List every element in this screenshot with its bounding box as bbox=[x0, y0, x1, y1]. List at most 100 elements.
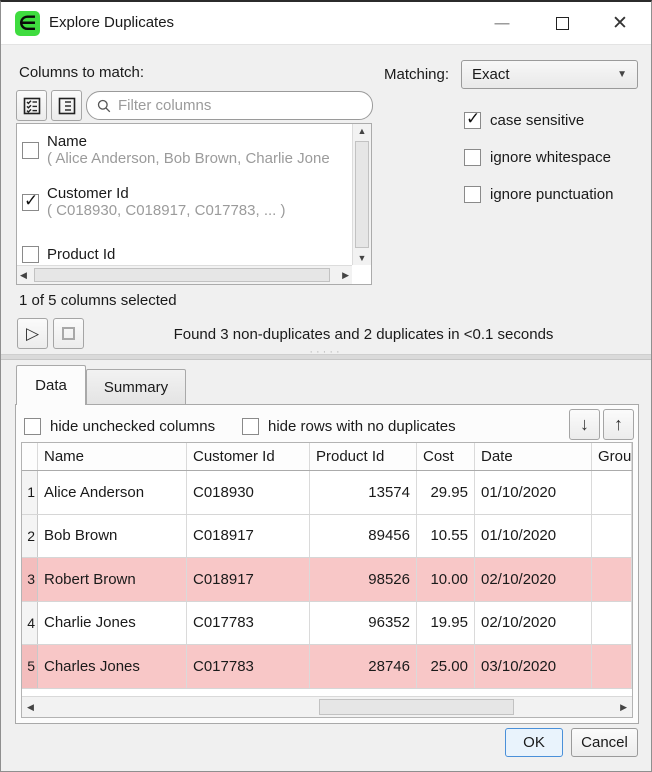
chevron-down-icon: ▼ bbox=[617, 69, 627, 80]
cell-name[interactable]: Charlie Jones bbox=[38, 602, 187, 645]
table-header-row[interactable]: Name Customer Id Product Id Cost Date Gr… bbox=[22, 443, 632, 471]
header-date[interactable]: Date bbox=[475, 443, 592, 470]
cell-customer-id[interactable]: C018917 bbox=[187, 558, 310, 601]
cancel-button[interactable]: Cancel bbox=[571, 728, 638, 757]
cell-name[interactable]: Bob Brown bbox=[38, 515, 187, 558]
case-sensitive-checkbox[interactable]: case sensitive bbox=[464, 112, 584, 129]
cell-group[interactable] bbox=[592, 558, 632, 601]
data-tab-panel: hide unchecked columns hide rows with no… bbox=[15, 404, 639, 724]
list-vertical-scrollbar[interactable]: ▲ ▼ bbox=[352, 124, 371, 265]
cell-product-id[interactable]: 96352 bbox=[310, 602, 417, 645]
column-sample-values: ( Alice Anderson, Bob Brown, Charlie Jon… bbox=[47, 150, 330, 167]
hide-unchecked-columns-checkbox[interactable]: hide unchecked columns bbox=[24, 418, 215, 435]
cell-customer-id[interactable]: C017783 bbox=[187, 602, 310, 645]
list-item-name[interactable]: Name ( Alice Anderson, Bob Brown, Charli… bbox=[17, 124, 352, 176]
cell-date[interactable]: 01/10/2020 bbox=[475, 515, 592, 558]
cell-date[interactable]: 02/10/2020 bbox=[475, 558, 592, 601]
previous-duplicate-button[interactable]: ↑ bbox=[603, 409, 634, 440]
table-row-duplicate[interactable]: 5 Charles Jones C017783 28746 25.00 03/1… bbox=[22, 645, 632, 689]
columns-to-match-list[interactable]: Name ( Alice Anderson, Bob Brown, Charli… bbox=[16, 123, 372, 285]
cell-customer-id[interactable]: C018917 bbox=[187, 515, 310, 558]
cell-cost[interactable]: 10.55 bbox=[417, 515, 475, 558]
ignore-punctuation-checkbox[interactable]: ignore punctuation bbox=[464, 186, 613, 203]
cell-name[interactable]: Alice Anderson bbox=[38, 471, 187, 514]
check-all-columns-button[interactable] bbox=[16, 90, 47, 121]
table-row[interactable]: 2 Bob Brown C018917 89456 10.55 01/10/20… bbox=[22, 515, 632, 559]
cell-date[interactable]: 03/10/2020 bbox=[475, 645, 592, 688]
tab-summary[interactable]: Summary bbox=[86, 369, 186, 405]
cell-name[interactable]: Charles Jones bbox=[38, 645, 187, 688]
header-product-id[interactable]: Product Id bbox=[310, 443, 417, 470]
cell-cost[interactable]: 29.95 bbox=[417, 471, 475, 514]
tab-data[interactable]: Data bbox=[16, 365, 86, 405]
cell-product-id[interactable]: 98526 bbox=[310, 558, 417, 601]
checkbox-unchecked-icon bbox=[464, 186, 481, 203]
cell-product-id[interactable]: 28746 bbox=[310, 645, 417, 688]
tab-data-label: Data bbox=[35, 377, 67, 394]
table-horizontal-scrollbar[interactable]: ◀ ▶ bbox=[22, 696, 632, 717]
cell-customer-id[interactable]: C018930 bbox=[187, 471, 310, 514]
checkbox-unchecked-icon bbox=[242, 418, 259, 435]
check-all-icon bbox=[23, 97, 41, 115]
header-cost[interactable]: Cost bbox=[417, 443, 475, 470]
list-item-product-id[interactable]: Product Id bbox=[17, 228, 352, 265]
stop-button[interactable] bbox=[53, 318, 84, 349]
app-logo-icon: ∈ bbox=[15, 11, 40, 36]
scrollbar-thumb[interactable] bbox=[355, 141, 369, 248]
row-number: 5 bbox=[22, 645, 38, 688]
cell-cost[interactable]: 25.00 bbox=[417, 645, 475, 688]
cell-group[interactable] bbox=[592, 602, 632, 645]
uncheck-all-columns-button[interactable] bbox=[51, 90, 82, 121]
header-group[interactable]: Group bbox=[592, 443, 632, 470]
cell-name[interactable]: Robert Brown bbox=[38, 558, 187, 601]
down-arrow-icon: ↓ bbox=[580, 414, 589, 435]
explore-duplicates-dialog: ∈ Explore Duplicates — ✕ Columns to matc… bbox=[0, 0, 652, 772]
column-name: Name bbox=[47, 133, 330, 150]
scroll-left-icon[interactable]: ◀ bbox=[27, 697, 34, 717]
stop-icon bbox=[62, 327, 75, 340]
cell-customer-id[interactable]: C017783 bbox=[187, 645, 310, 688]
ignore-whitespace-checkbox[interactable]: ignore whitespace bbox=[464, 149, 611, 166]
list-horizontal-scrollbar[interactable]: ◀ ▶ bbox=[17, 265, 352, 284]
checkbox-unchecked-icon bbox=[464, 149, 481, 166]
scroll-up-icon[interactable]: ▲ bbox=[353, 126, 371, 136]
column-name: Product Id bbox=[47, 246, 115, 263]
cell-group[interactable] bbox=[592, 645, 632, 688]
filter-placeholder: Filter columns bbox=[118, 97, 211, 114]
table-row-duplicate[interactable]: 3 Robert Brown C018917 98526 10.00 02/10… bbox=[22, 558, 632, 602]
scrollbar-thumb[interactable] bbox=[319, 699, 514, 715]
filter-columns-input[interactable]: Filter columns bbox=[86, 91, 373, 120]
cell-product-id[interactable]: 13574 bbox=[310, 471, 417, 514]
up-arrow-icon: ↑ bbox=[614, 414, 623, 435]
scrollbar-thumb[interactable] bbox=[34, 268, 330, 282]
run-button[interactable]: ▷ bbox=[17, 318, 48, 349]
scroll-left-icon[interactable]: ◀ bbox=[20, 266, 27, 284]
maximize-button[interactable] bbox=[539, 2, 585, 45]
hide-no-duplicate-rows-label: hide rows with no duplicates bbox=[268, 418, 456, 435]
cell-cost[interactable]: 19.95 bbox=[417, 602, 475, 645]
cell-product-id[interactable]: 89456 bbox=[310, 515, 417, 558]
table-row[interactable]: 4 Charlie Jones C017783 96352 19.95 02/1… bbox=[22, 602, 632, 646]
cell-date[interactable]: 01/10/2020 bbox=[475, 471, 592, 514]
ok-button[interactable]: OK bbox=[505, 728, 563, 757]
splitter-handle[interactable] bbox=[1, 354, 651, 360]
scroll-down-icon[interactable]: ▼ bbox=[353, 253, 371, 263]
matching-select[interactable]: Exact ▼ bbox=[461, 60, 638, 89]
case-sensitive-label: case sensitive bbox=[490, 112, 584, 129]
cell-group[interactable] bbox=[592, 471, 632, 514]
cell-group[interactable] bbox=[592, 515, 632, 558]
list-item-customer-id[interactable]: Customer Id ( C018930, C018917, C017783,… bbox=[17, 176, 352, 228]
header-customer-id[interactable]: Customer Id bbox=[187, 443, 310, 470]
minimize-button[interactable]: — bbox=[479, 2, 525, 45]
scroll-right-icon[interactable]: ▶ bbox=[620, 697, 627, 717]
scroll-right-icon[interactable]: ▶ bbox=[342, 266, 349, 284]
next-duplicate-button[interactable]: ↓ bbox=[569, 409, 600, 440]
cell-date[interactable]: 02/10/2020 bbox=[475, 602, 592, 645]
close-button[interactable]: ✕ bbox=[597, 2, 643, 45]
status-text: Found 3 non-duplicates and 2 duplicates … bbox=[91, 326, 636, 343]
cell-cost[interactable]: 10.00 bbox=[417, 558, 475, 601]
title-bar[interactable]: ∈ Explore Duplicates — ✕ bbox=[1, 2, 651, 45]
table-row[interactable]: 1 Alice Anderson C018930 13574 29.95 01/… bbox=[22, 471, 632, 515]
header-name[interactable]: Name bbox=[38, 443, 187, 470]
hide-no-duplicate-rows-checkbox[interactable]: hide rows with no duplicates bbox=[242, 418, 456, 435]
